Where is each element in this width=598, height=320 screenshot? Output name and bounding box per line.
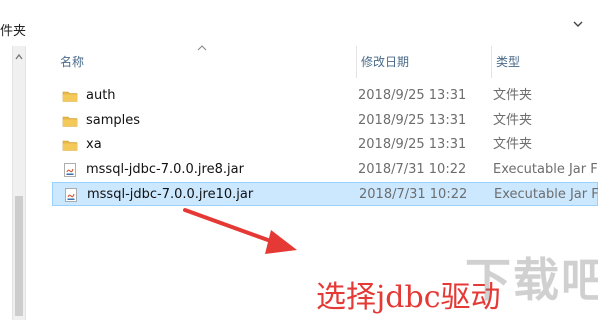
file-name: auth <box>86 88 116 103</box>
folder-icon <box>62 140 78 151</box>
file-date-modified: 2018/9/25 13:31 <box>358 137 467 152</box>
file-date-modified: 2018/7/31 10:22 <box>358 161 467 177</box>
file-name: mssql-jdbc-7.0.0.jre8.jar <box>86 161 244 177</box>
file-row[interactable]: mssql-jdbc-7.0.0.jre8.jar 2018/7/31 10:22… <box>52 158 598 182</box>
file-row[interactable]: samples 2018/9/25 13:31 文件夹 <box>52 109 598 133</box>
file-type: Executable Jar F <box>493 161 598 177</box>
file-name: xa <box>86 137 102 152</box>
file-row[interactable]: mssql-jdbc-7.0.0.jre10.jar 2018/7/31 10:2… <box>52 182 598 206</box>
file-type: 文件夹 <box>493 112 533 128</box>
column-header-type[interactable]: 类型 <box>491 46 598 78</box>
navigation-scrollbar[interactable] <box>12 46 26 320</box>
file-date-modified: 2018/7/31 10:22 <box>359 187 468 202</box>
file-name: samples <box>86 112 141 128</box>
jar-file-icon <box>64 162 76 177</box>
watermark: 下载吧 <box>465 253 598 307</box>
file-date-modified: 2018/9/25 13:31 <box>358 88 467 103</box>
file-type: 文件夹 <box>493 88 533 103</box>
scroll-up-icon[interactable] <box>13 52 25 62</box>
navigation-scroll-thumb[interactable] <box>15 196 23 316</box>
navigation-pane <box>0 46 40 320</box>
folder-icon <box>62 116 78 127</box>
address-bar: 件夹 <box>0 0 598 47</box>
file-row[interactable]: xa 2018/9/25 13:31 文件夹 <box>52 133 598 157</box>
file-date-modified: 2018/9/25 13:31 <box>358 112 467 128</box>
breadcrumb-current-folder[interactable]: 件夹 <box>0 20 26 39</box>
column-header-date-modified[interactable]: 修改日期 <box>356 46 491 78</box>
column-header-name[interactable]: 名称 <box>60 46 350 78</box>
file-row[interactable]: auth 2018/9/25 13:31 文件夹 <box>52 84 598 108</box>
file-type: 文件夹 <box>493 137 533 152</box>
jar-file-icon <box>65 188 77 202</box>
file-type: Executable Jar F <box>494 187 598 202</box>
chevron-down-icon[interactable] <box>572 18 584 30</box>
folder-icon <box>62 91 78 102</box>
annotation-arrow <box>183 208 297 254</box>
